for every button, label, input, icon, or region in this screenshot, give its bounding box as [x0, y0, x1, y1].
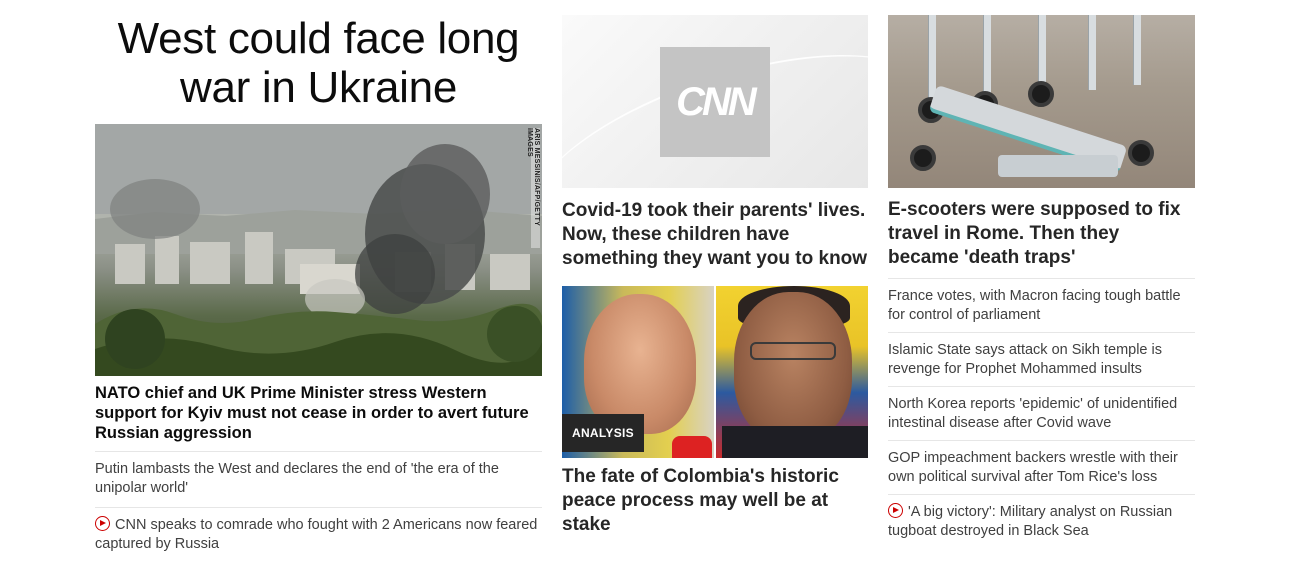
glasses-shape — [750, 342, 836, 360]
scooter-wheel — [1028, 81, 1054, 107]
related-link[interactable]: Putin lambasts the West and declares the… — [95, 451, 542, 507]
analysis-badge: ANALYSIS — [562, 414, 644, 452]
escooter-story-headline[interactable]: E-scooters were supposed to fix travel i… — [888, 198, 1195, 270]
suit-shape — [722, 426, 868, 458]
photo-credit: ARIS MESSINIS/AFP/GETTY IMAGES — [526, 128, 540, 248]
candidate-portrait-left — [584, 294, 696, 434]
headline-link[interactable]: GOP impeachment backers wrestle with the… — [888, 440, 1195, 494]
colombia-story-image[interactable]: ANALYSIS — [562, 286, 868, 458]
headline-link[interactable]: Islamic State says attack on Sikh temple… — [888, 332, 1195, 386]
candidate-portrait-right — [734, 292, 852, 442]
scooter-wheel — [1128, 140, 1154, 166]
right-column: E-scooters were supposed to fix travel i… — [888, 15, 1195, 548]
covid-story-headline[interactable]: Covid-19 took their parents' lives. Now,… — [562, 199, 868, 271]
top-story-related-list: Putin lambasts the West and declares the… — [95, 451, 542, 563]
headline-list: France votes, with Macron facing tough b… — [888, 278, 1195, 548]
image-divider — [714, 286, 716, 458]
play-circle-icon — [888, 503, 903, 518]
scooter-wheel — [910, 145, 936, 171]
top-story-headline[interactable]: West could face long war in Ukraine — [95, 14, 542, 112]
top-story-link[interactable]: NATO chief and UK Prime Minister stress … — [95, 383, 542, 443]
headline-link[interactable]: France votes, with Macron facing tough b… — [888, 278, 1195, 332]
middle-column: CNN Covid-19 took their parents' lives. … — [562, 15, 868, 537]
escooter-story-image[interactable] — [888, 15, 1195, 188]
colombia-story-headline[interactable]: The fate of Colombia's historic peace pr… — [562, 465, 868, 537]
related-video-link[interactable]: CNN speaks to comrade who fought with 2 … — [95, 507, 542, 563]
scooter-pole — [1088, 15, 1096, 90]
cnn-placeholder-image[interactable]: CNN — [562, 15, 868, 188]
play-circle-icon — [95, 516, 110, 531]
scooter-deck — [998, 155, 1118, 177]
cnn-logo: CNN — [660, 47, 770, 157]
headline-video-link[interactable]: 'A big victory': Military analyst on Rus… — [888, 494, 1195, 548]
scooter-pole — [1133, 15, 1141, 85]
headline-link[interactable]: North Korea reports 'epidemic' of uniden… — [888, 386, 1195, 440]
war-smoke-scene — [95, 124, 542, 376]
microphone-shape — [672, 436, 712, 458]
top-story-column: West could face long war in Ukraine ARIS… — [95, 14, 542, 563]
top-story-image[interactable]: ARIS MESSINIS/AFP/GETTY IMAGES — [95, 124, 542, 376]
homepage-section: West could face long war in Ukraine ARIS… — [0, 0, 1290, 588]
